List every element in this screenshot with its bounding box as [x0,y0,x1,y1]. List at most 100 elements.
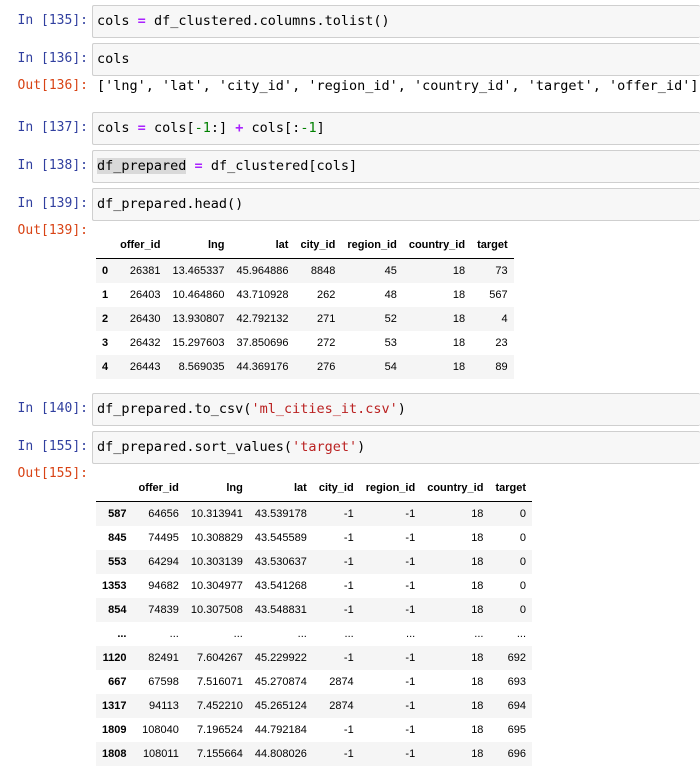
table-cell: 54 [384,361,397,373]
table-cell: 13.930807 [172,313,225,325]
table-cell: -1 [405,532,416,544]
table-cell: 276 [316,361,336,373]
table-cell: 7.452210 [196,700,243,712]
row-index: 1808 [102,748,127,760]
table-cell: 26403 [129,289,161,301]
input-prompt: In [138]: [17,158,88,173]
column-header: lng [166,232,231,259]
table-cell: -1 [343,556,354,568]
table-cell: 44.792184 [254,724,307,736]
output-prompt: Out[136]: [17,78,88,93]
table-cell: 8848 [310,265,336,277]
table-cell: -1 [405,580,416,592]
row-index: 1809 [102,724,127,736]
table-cell: -1 [405,556,416,568]
table-cell: -1 [405,748,416,760]
table-cell: 45.265124 [254,700,307,712]
code-editor[interactable]: cols = df_clustered.columns.tolist() [92,5,700,38]
table-cell: 10.308829 [190,532,243,544]
table-cell: 272 [316,337,336,349]
dataframe-sorted-table: offer_id lng lat city_id region_id country_id… [96,475,532,766]
table-row: 1 26403 10.464860 43.710928 262 48 18 567 [96,283,514,307]
table-cell: 43.545589 [254,532,307,544]
table-cell: 0 [519,580,526,592]
code-editor[interactable]: df_prepared.sort_values('target') [92,431,700,464]
code-line[interactable]: df_prepared.to_csv('ml_cities_it.csv') [97,400,406,418]
row-index: ... [117,628,127,640]
code-editor[interactable]: cols = cols[-1:] + cols[:-1] [92,112,700,145]
table-cell: 89 [495,361,508,373]
table-cell: 567 [489,289,508,301]
table-cell: 0 [519,532,526,544]
code-editor[interactable]: df_prepared.to_csv('ml_cities_it.csv') [92,393,700,426]
code-line[interactable]: df_prepared.sort_values('target') [97,438,365,456]
table-cell: ... [297,628,307,640]
code-line[interactable]: df_prepared = df_clustered[cols] [97,157,357,175]
table-cell: 18 [452,361,466,373]
input-prompt: In [140]: [17,401,88,416]
table-cell: -1 [405,700,416,712]
row-index: 1120 [102,652,127,664]
table-cell: 52 [384,313,397,325]
table-row: 845 74495 10.308829 43.545589 -1 -1 18 0 [96,526,532,550]
table-cell: 18 [471,748,484,760]
table-cell: 693 [507,676,526,688]
table-cell: 26430 [129,313,161,325]
table-cell: 43.539178 [254,508,307,520]
table-cell: 18 [471,700,484,712]
table-cell: -1 [405,604,416,616]
table-row: 4 26443 8.569035 44.369176 276 54 18 89 [96,355,514,379]
row-index: 4 [102,361,109,373]
column-header: target [471,232,514,259]
column-header: offer_id [132,475,185,502]
column-header: offer_id [114,232,167,259]
code-line[interactable]: cols = df_clustered.columns.tolist() [97,12,390,30]
table-cell: -1 [343,748,354,760]
table-cell: 18 [452,313,466,325]
row-index: 1317 [102,700,127,712]
table-cell: 108011 [142,748,179,760]
table-cell: 44.369176 [236,361,289,373]
code-line[interactable]: df_prepared.head() [97,195,243,213]
code-editor[interactable]: df_prepared.head() [92,188,700,221]
table-cell: -1 [405,724,416,736]
table-cell: 692 [507,652,526,664]
column-header: city_id [312,475,360,502]
output-text: ['lng', 'lat', 'city_id', 'region_id', '… [97,78,699,94]
table-row: 1353 94682 10.304977 43.541268 -1 -1 18 0 [96,574,532,598]
table-cell: 696 [507,748,526,760]
code-editor[interactable]: cols [92,43,700,76]
table-cell: 18 [471,556,484,568]
column-header: target [489,475,532,502]
table-row: ........................ [96,622,532,646]
row-index: 0 [102,265,109,277]
table-cell: 18 [452,265,466,277]
column-header: region_id [341,232,403,259]
table-row: 854 74839 10.307508 43.548831 -1 -1 18 0 [96,598,532,622]
table-cell: 7.516071 [196,676,243,688]
code-line[interactable]: cols = cols[-1:] + cols[:-1] [97,119,325,137]
row-index: 3 [102,337,109,349]
table-cell: 7.196524 [196,724,243,736]
column-header: lng [184,475,249,502]
table-cell: 108040 [142,724,179,736]
table-cell: -1 [343,508,354,520]
table-cell: 73 [495,265,508,277]
table-cell: ... [169,628,179,640]
input-prompt: In [139]: [17,196,88,211]
table-cell: 45.229922 [254,652,307,664]
code-editor[interactable]: df_prepared = df_clustered[cols] [92,150,700,183]
code-line[interactable]: cols [97,50,130,68]
row-index: 587 [108,508,127,520]
table-cell: 18 [471,676,484,688]
table-cell: 10.307508 [190,604,243,616]
table-cell: 7.604267 [196,652,243,664]
index-header [96,475,133,502]
table-cell: -1 [343,652,354,664]
table-cell: -1 [405,652,416,664]
table-cell: 8.569035 [178,361,225,373]
row-index: 2 [102,313,109,325]
output-prompt: Out[155]: [17,466,88,481]
table-cell: 7.155664 [196,748,243,760]
table-row: 1809 108040 7.196524 44.792184 -1 -1 18 695 [96,718,532,742]
